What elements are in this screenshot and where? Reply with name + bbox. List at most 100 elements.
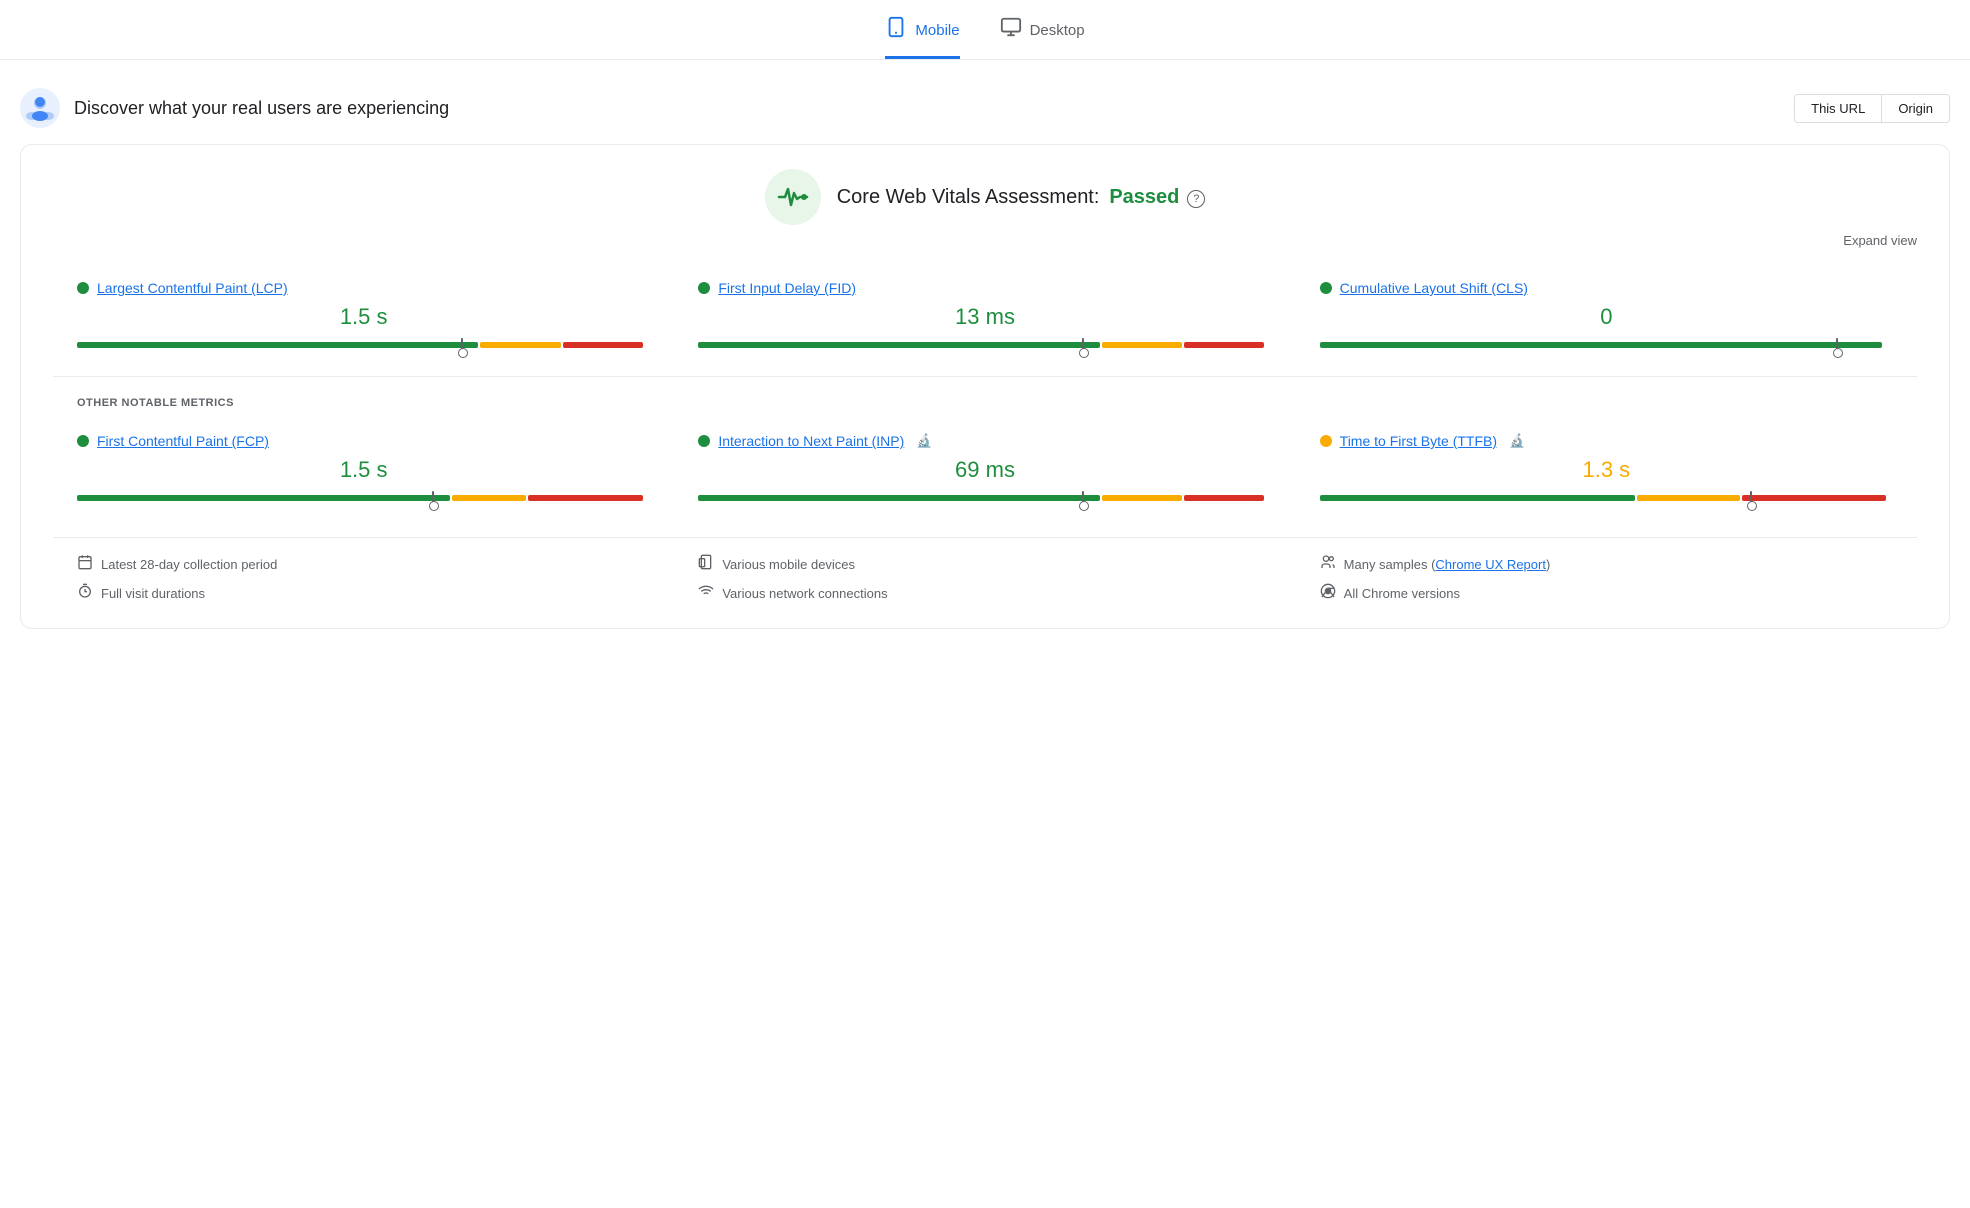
metric-fcp-label-row: First Contentful Paint (FCP) xyxy=(77,433,650,449)
ttfb-bar-red xyxy=(1742,495,1885,501)
ttfb-bar-track xyxy=(1320,495,1893,501)
ttfb-status-dot xyxy=(1320,435,1332,447)
ttfb-label[interactable]: Time to First Byte (TTFB) xyxy=(1340,433,1497,449)
discover-section: Discover what your real users are experi… xyxy=(0,80,1970,144)
cls-bar-track xyxy=(1320,342,1893,348)
tab-desktop[interactable]: Desktop xyxy=(1000,16,1085,59)
footer-network: Various network connections xyxy=(698,583,1271,604)
inp-status-dot xyxy=(698,435,710,447)
inp-bar-orange xyxy=(1102,495,1182,501)
ttfb-bar-green xyxy=(1320,495,1635,501)
metric-inp-label-row: Interaction to Next Paint (INP) 🔬 xyxy=(698,433,1271,449)
lcp-bar-red xyxy=(563,342,643,348)
cwv-status: Passed xyxy=(1109,186,1179,208)
lcp-label[interactable]: Largest Contentful Paint (LCP) xyxy=(97,280,288,296)
expand-view[interactable]: Expand view xyxy=(53,233,1917,248)
main-card: Core Web Vitals Assessment: Passed ? Exp… xyxy=(20,144,1950,629)
metric-cls-label-row: Cumulative Layout Shift (CLS) xyxy=(1320,280,1893,296)
chrome-icon xyxy=(1320,583,1336,604)
cls-status-dot xyxy=(1320,282,1332,294)
expand-label: Expand view xyxy=(1843,233,1917,248)
ttfb-value: 1.3 s xyxy=(1320,457,1893,483)
fcp-value: 1.5 s xyxy=(77,457,650,483)
inp-label[interactable]: Interaction to Next Paint (INP) xyxy=(718,433,904,449)
metric-lcp: Largest Contentful Paint (LCP) 1.5 s xyxy=(53,264,674,368)
cls-value: 0 xyxy=(1320,304,1893,330)
footer-28day: Latest 28-day collection period xyxy=(77,554,650,575)
fid-label[interactable]: First Input Delay (FID) xyxy=(718,280,856,296)
footer-chrome: All Chrome versions xyxy=(1320,583,1893,604)
tab-mobile-label: Mobile xyxy=(915,22,959,39)
desktop-icon xyxy=(1000,16,1022,44)
tab-desktop-label: Desktop xyxy=(1030,22,1085,39)
users-icon xyxy=(1320,554,1336,575)
metric-fid: First Input Delay (FID) 13 ms xyxy=(674,264,1295,368)
ttfb-bar xyxy=(1320,491,1893,505)
inp-value: 69 ms xyxy=(698,457,1271,483)
inp-bar-red xyxy=(1184,495,1264,501)
origin-button[interactable]: Origin xyxy=(1882,95,1949,122)
metric-fcp: First Contentful Paint (FCP) 1.5 s xyxy=(53,417,674,521)
cwv-icon-wrap xyxy=(765,169,821,225)
metric-ttfb-label-row: Time to First Byte (TTFB) 🔬 xyxy=(1320,433,1893,449)
fid-bar-track xyxy=(698,342,1271,348)
footer-col-1: Latest 28-day collection period Full vis… xyxy=(53,554,674,604)
footer-info: Latest 28-day collection period Full vis… xyxy=(53,537,1917,604)
metric-inp: Interaction to Next Paint (INP) 🔬 69 ms xyxy=(674,417,1295,521)
question-icon[interactable]: ? xyxy=(1187,190,1205,208)
metric-ttfb: Time to First Byte (TTFB) 🔬 1.3 s xyxy=(1296,417,1917,521)
fid-value: 13 ms xyxy=(698,304,1271,330)
lcp-value: 1.5 s xyxy=(77,304,650,330)
chrome-ux-report-link[interactable]: Chrome UX Report xyxy=(1435,557,1546,572)
inp-bar-green xyxy=(698,495,1099,501)
cls-bar-marker xyxy=(1836,338,1838,352)
discover-title: Discover what your real users are experi… xyxy=(74,98,449,119)
ttfb-experiment-icon: 🔬 xyxy=(1509,433,1525,449)
discover-left: Discover what your real users are experi… xyxy=(20,88,449,128)
fcp-status-dot xyxy=(77,435,89,447)
footer-mobile-text: Various mobile devices xyxy=(722,557,855,572)
fid-bar xyxy=(698,338,1271,352)
cls-bar xyxy=(1320,338,1893,352)
devices-icon xyxy=(698,554,714,575)
footer-col-2: Various mobile devices Various network c… xyxy=(674,554,1295,604)
cls-label[interactable]: Cumulative Layout Shift (CLS) xyxy=(1340,280,1528,296)
footer-full-visit-text: Full visit durations xyxy=(101,586,205,601)
footer-samples-text: Many samples (Chrome UX Report) xyxy=(1344,557,1551,572)
other-metrics-grid: First Contentful Paint (FCP) 1.5 s Inter… xyxy=(53,417,1917,521)
calendar-icon xyxy=(77,554,93,575)
cwv-title: Core Web Vitals Assessment: Passed ? xyxy=(837,186,1206,209)
footer-mobile-devices: Various mobile devices xyxy=(698,554,1271,575)
fcp-bar-track xyxy=(77,495,650,501)
device-tabs: Mobile Desktop xyxy=(0,0,1970,60)
lcp-status-dot xyxy=(77,282,89,294)
lcp-bar-track xyxy=(77,342,650,348)
cwv-header: Core Web Vitals Assessment: Passed ? xyxy=(53,169,1917,225)
metric-cls: Cumulative Layout Shift (CLS) 0 xyxy=(1296,264,1917,368)
metrics-divider xyxy=(53,376,1917,377)
mobile-icon xyxy=(885,16,907,44)
fcp-bar-green xyxy=(77,495,450,501)
inp-bar-track xyxy=(698,495,1271,501)
core-metrics-grid: Largest Contentful Paint (LCP) 1.5 s Fir… xyxy=(53,264,1917,368)
lcp-bar xyxy=(77,338,650,352)
this-url-button[interactable]: This URL xyxy=(1795,95,1882,122)
fid-bar-orange xyxy=(1102,342,1182,348)
footer-network-text: Various network connections xyxy=(722,586,887,601)
inp-experiment-icon: 🔬 xyxy=(916,433,932,449)
timer-icon xyxy=(77,583,93,604)
fcp-bar-red xyxy=(528,495,643,501)
footer-full-visit: Full visit durations xyxy=(77,583,650,604)
footer-col-3: Many samples (Chrome UX Report) All Chro… xyxy=(1296,554,1917,604)
fid-bar-green xyxy=(698,342,1099,348)
tab-mobile[interactable]: Mobile xyxy=(885,16,959,59)
ttfb-bar-orange xyxy=(1637,495,1740,501)
fcp-bar-orange xyxy=(452,495,527,501)
fcp-bar xyxy=(77,491,650,505)
footer-chrome-text: All Chrome versions xyxy=(1344,586,1460,601)
url-origin-toggle: This URL Origin xyxy=(1794,94,1950,123)
lcp-bar-green xyxy=(77,342,478,348)
other-metrics-label: OTHER NOTABLE METRICS xyxy=(53,385,1917,409)
discover-avatar-icon xyxy=(20,88,60,128)
fcp-label[interactable]: First Contentful Paint (FCP) xyxy=(97,433,269,449)
